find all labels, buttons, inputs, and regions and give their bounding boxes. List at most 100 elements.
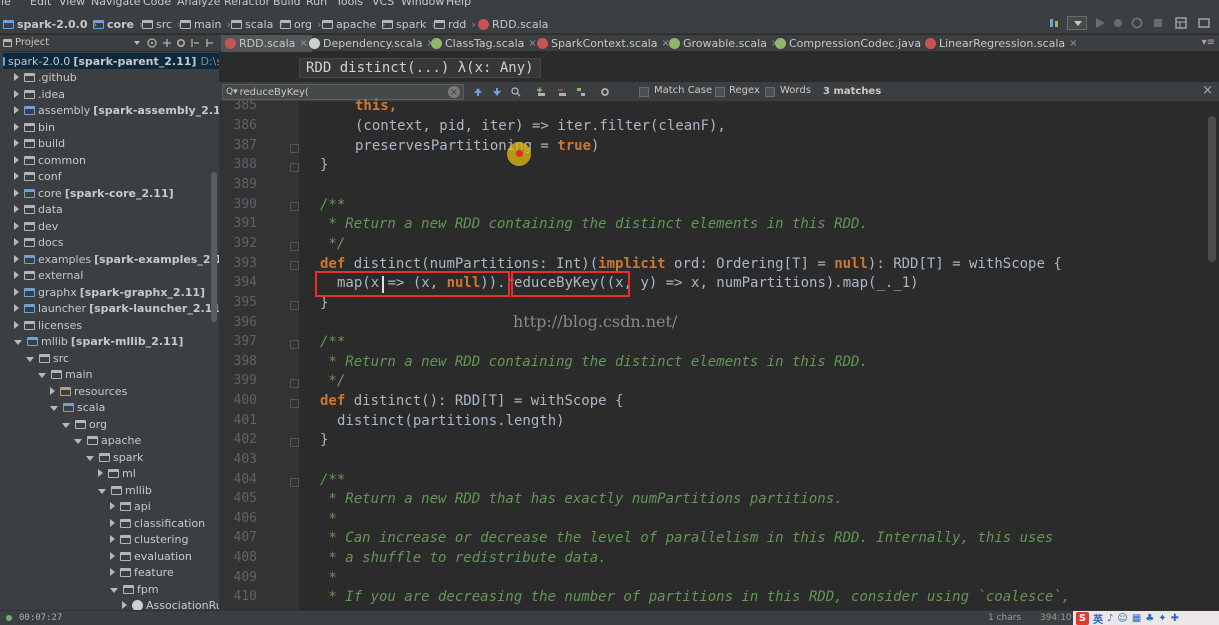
tab-classtag-scala[interactable]: ClassTag.scala × <box>427 35 541 52</box>
find-all-icon[interactable] <box>511 87 521 97</box>
tree-item-github[interactable]: .github <box>14 69 77 85</box>
fold-marker-icon[interactable] <box>290 163 299 172</box>
nav-crumb-rdd[interactable]: rdd › <box>434 17 476 31</box>
hide-panel-icon[interactable] <box>190 38 200 48</box>
collapse-all-icon[interactable] <box>162 38 172 48</box>
code-structure-breadcrumb[interactable]: RDD distinct(...) λ(x: Any) <box>299 58 541 78</box>
punctuation-icon[interactable]: ♪ <box>1107 613 1113 624</box>
nav-crumb-scala[interactable]: scala › <box>231 17 283 31</box>
tree-item-mllib-pkg[interactable]: mllib <box>98 482 152 498</box>
tree-item-mllib[interactable]: mllib [spark-mllib_2.11] <box>14 333 183 349</box>
tree-item-launcher[interactable]: launcher [spark-launcher_2.11] <box>14 300 219 316</box>
menu-run[interactable]: Run <box>306 0 327 8</box>
tree-item-main[interactable]: main <box>38 366 92 382</box>
nav-crumb-src[interactable]: src › <box>142 17 181 31</box>
project-structure-icon[interactable] <box>1175 17 1187 29</box>
tree-item-fpm[interactable]: fpm <box>110 581 159 597</box>
emoji-icon[interactable]: ☺ <box>1117 613 1127 624</box>
menu-file[interactable]: ile <box>0 0 11 8</box>
voice-icon[interactable]: ♣ <box>1145 613 1154 624</box>
tree-item-data[interactable]: data <box>14 201 63 217</box>
tree-item-resources[interactable]: resources <box>50 383 127 399</box>
nav-crumb-file[interactable]: RDD.scala <box>478 17 548 31</box>
fold-marker-icon[interactable] <box>290 379 299 388</box>
tree-item-dev[interactable]: dev <box>14 218 58 234</box>
sdk-icon[interactable] <box>1198 17 1210 29</box>
nav-crumb-project[interactable]: spark-2.0.0 › <box>3 17 97 31</box>
tree-item-associationrules[interactable]: AssociationRu <box>122 597 219 610</box>
tree-item-src[interactable]: src <box>26 350 69 366</box>
add-occurrence-icon[interactable] <box>536 87 546 97</box>
tree-item-api[interactable]: api <box>110 498 151 514</box>
scrollbar-thumb[interactable] <box>1208 116 1216 262</box>
clear-search-icon[interactable]: × <box>448 86 460 98</box>
tree-item-scala[interactable]: scala <box>50 399 105 415</box>
fold-marker-icon[interactable] <box>290 202 299 211</box>
tree-item-org[interactable]: org <box>62 416 107 432</box>
menu-navigate[interactable]: Navigate <box>91 0 140 8</box>
fold-marker-icon[interactable] <box>290 340 299 349</box>
tab-sparkcontext-scala[interactable]: SparkContext.scala × <box>533 35 674 52</box>
regex-checkbox[interactable] <box>715 87 725 97</box>
skin-icon[interactable]: ✦ <box>1158 613 1166 624</box>
tab-compressioncodec-java[interactable]: CompressionCodec.java × <box>771 35 938 52</box>
debug-icon[interactable] <box>1112 17 1124 29</box>
words-checkbox[interactable] <box>765 87 775 97</box>
menu-refactor[interactable]: Refactor <box>224 0 270 8</box>
keyboard-icon[interactable]: ▦ <box>1132 613 1141 624</box>
tree-item-apache[interactable]: apache <box>74 432 141 448</box>
tree-item-ml[interactable]: ml <box>98 465 136 481</box>
search-settings-icon[interactable] <box>600 87 610 97</box>
tab-rdd-scala[interactable]: RDD.scala × <box>221 35 312 52</box>
run-config-dropdown[interactable] <box>1067 16 1087 30</box>
fold-marker-icon[interactable] <box>290 144 299 153</box>
tree-item-spark[interactable]: spark <box>86 449 143 465</box>
tree-item-examples[interactable]: examples[spark-examples_2.11] <box>14 251 219 267</box>
menu-build[interactable]: Build <box>273 0 301 8</box>
tree-item-assembly[interactable]: assembly[spark-assembly_2.11] <box>14 102 219 118</box>
menu-analyze[interactable]: Analyze <box>177 0 220 8</box>
tree-item-core[interactable]: core [spark-core_2.11] <box>14 185 174 201</box>
tree-item-graphx[interactable]: graphx [spark-graphx_2.11] <box>14 284 205 300</box>
pin-icon[interactable] <box>204 38 214 48</box>
gear-icon[interactable] <box>176 38 186 48</box>
tab-overflow-icon[interactable]: ▾≡ <box>1202 37 1215 48</box>
tab-linearregression-scala[interactable]: LinearRegression.scala × <box>921 35 1082 52</box>
fold-marker-icon[interactable] <box>290 438 299 447</box>
select-all-occurrences-icon[interactable] <box>576 87 586 97</box>
close-icon[interactable]: × <box>1069 38 1077 49</box>
tree-item-clustering[interactable]: clustering <box>110 531 188 547</box>
fold-marker-icon[interactable] <box>290 478 299 487</box>
caret-position[interactable]: 394:10 <box>1040 613 1072 623</box>
menu-code[interactable]: Code <box>143 0 171 8</box>
fold-marker-icon[interactable] <box>290 242 299 251</box>
nav-crumb-spark[interactable]: spark › <box>382 17 436 31</box>
scroll-from-source-icon[interactable] <box>147 38 157 48</box>
close-find-bar-icon[interactable]: × <box>1202 83 1213 98</box>
input-method-mode-icon[interactable]: 英 <box>1093 611 1103 625</box>
tree-item-bin[interactable]: bin <box>14 119 55 135</box>
menu-tools[interactable]: Tools <box>336 0 363 8</box>
tree-item-feature[interactable]: feature <box>110 564 174 580</box>
previous-match-icon[interactable] <box>473 87 483 97</box>
project-view-selector[interactable]: Project <box>3 37 49 48</box>
tab-growable-scala[interactable]: Growable.scala × <box>665 35 783 52</box>
tab-dependency-scala[interactable]: Dependency.scala × <box>305 35 439 52</box>
tree-item-classification[interactable]: classification <box>110 515 205 531</box>
coverage-icon[interactable] <box>1131 17 1143 29</box>
next-match-icon[interactable] <box>492 87 502 97</box>
menu-vcs[interactable]: VCS <box>372 0 394 8</box>
menu-view[interactable]: View <box>59 0 85 8</box>
build-icon[interactable] <box>1049 17 1061 29</box>
stop-icon[interactable] <box>1152 17 1164 29</box>
menu-edit[interactable]: Edit <box>30 0 51 8</box>
tree-item-external[interactable]: external <box>14 267 83 283</box>
nav-crumb-main[interactable]: main › <box>180 17 231 31</box>
editor-scrollbar[interactable] <box>1205 102 1219 610</box>
tree-item-evaluation[interactable]: evaluation <box>110 548 192 564</box>
tree-item-build[interactable]: build <box>14 135 65 151</box>
menu-help[interactable]: Help <box>446 0 471 8</box>
fold-marker-icon[interactable] <box>290 261 299 270</box>
toolbox-icon[interactable]: ✚ <box>1171 613 1179 624</box>
remove-occurrence-icon[interactable] <box>557 87 567 97</box>
